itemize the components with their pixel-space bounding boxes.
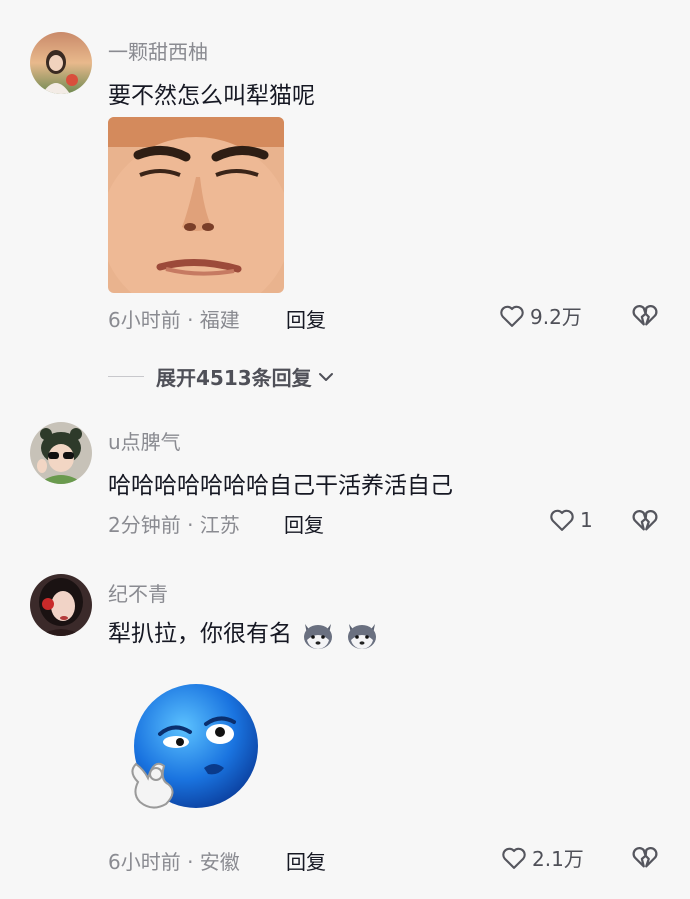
dislike-button[interactable] [630,300,660,330]
avatar[interactable] [30,422,92,484]
dislike-button[interactable] [630,842,660,872]
comment-text: 犁扒拉，你很有名 [108,614,379,650]
like-count: 1 [580,508,593,532]
comment-text: 哈哈哈哈哈哈哈自己干活养活自己 [108,473,453,499]
comment-meta: 6小时前 · 福建 [108,308,240,332]
broken-heart-icon [632,305,658,326]
like-button[interactable]: 2.1万 [500,843,584,872]
username[interactable]: u点脾气 [108,426,181,455]
comment-text: 要不然怎么叫犁猫呢 [108,83,315,109]
reply-button[interactable]: 回复 [286,304,326,333]
like-button[interactable]: 9.2万 [498,301,582,330]
heart-outline-icon [500,305,524,327]
heart-outline-icon [550,509,574,531]
chevron-down-icon [318,372,333,381]
username[interactable]: 纪不青 [108,578,168,607]
like-button[interactable]: 1 [548,506,593,534]
husky-dog-emoji [304,623,333,649]
comment-meta: 2分钟前 · 江苏 [108,513,240,537]
like-count: 2.1万 [532,847,584,871]
sticker-image[interactable] [108,662,284,838]
comment-text-content: 犁扒拉，你很有名 [108,621,292,647]
dislike-button[interactable] [630,505,660,535]
comment-image[interactable] [108,117,284,293]
husky-dog-emoji [347,623,376,649]
comment-meta: 6小时前 · 安徽 [108,850,240,874]
broken-heart-icon [632,510,658,531]
broken-heart-icon [632,847,658,868]
username[interactable]: 一颗甜西柚 [108,36,208,65]
avatar[interactable] [30,574,92,636]
reply-button[interactable]: 回复 [284,509,324,538]
heart-outline-icon [502,847,526,869]
reply-button[interactable]: 回复 [286,846,326,875]
like-count: 9.2万 [530,305,582,329]
divider-line [108,376,144,377]
expand-replies-button[interactable]: 展开4513条回复 [108,362,336,391]
avatar[interactable] [30,32,92,94]
expand-replies-label: 展开4513条回复 [156,366,312,390]
